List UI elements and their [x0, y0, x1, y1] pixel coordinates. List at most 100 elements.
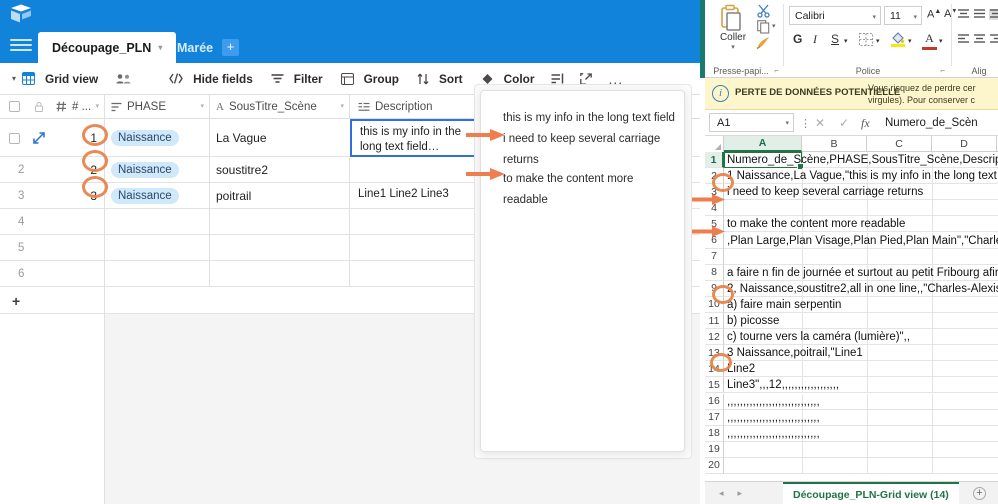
font-name-combobox[interactable]: Calibri ▾: [789, 6, 881, 25]
sheet-tab-active[interactable]: Découpage_PLN-Grid view (14): [783, 482, 959, 504]
expand-record-icon[interactable]: [28, 119, 50, 157]
underline-button[interactable]: S: [831, 32, 839, 46]
chevron-down-icon[interactable]: ▾: [785, 119, 789, 127]
row-header-9[interactable]: 9: [705, 280, 724, 297]
sheet-row[interactable]: a) faire main serpentin: [724, 296, 998, 313]
cell-text[interactable]: c) tourne vers la caméra (lumière)",,: [727, 329, 910, 345]
formula-input[interactable]: Numero_de_Scèn: [885, 114, 998, 132]
add-table-button[interactable]: +: [222, 39, 239, 56]
cell-text[interactable]: Line3",,,12,,,,,,,,,,,,,,,,,,: [727, 377, 839, 393]
more-dots-icon[interactable]: ⋮: [800, 117, 811, 130]
column-header-c[interactable]: C: [867, 136, 932, 152]
cell-text[interactable]: ,,,,,,,,,,,,,,,,,,,,,,,,,,,,,: [727, 426, 820, 442]
select-all-corner[interactable]: [705, 136, 724, 152]
name-box[interactable]: A1 ▾: [709, 113, 794, 132]
sheet-row[interactable]: [724, 441, 998, 458]
column-header-a[interactable]: A: [724, 136, 802, 152]
row-header-13[interactable]: 13: [705, 345, 724, 362]
row-header-10[interactable]: 10: [705, 296, 724, 313]
scissors-cut-icon[interactable]: [757, 4, 771, 18]
filter-button[interactable]: Filter: [262, 63, 332, 95]
align-left-icon[interactable]: [957, 34, 970, 45]
row-header-8[interactable]: 8: [705, 264, 724, 281]
borders-caret-icon[interactable]: ▾: [876, 37, 880, 45]
cell-text[interactable]: ,,,,,,,,,,,,,,,,,,,,,,,,,,,,,: [727, 394, 820, 410]
chevron-down-icon[interactable]: ▾: [340, 102, 344, 110]
cell-description[interactable]: this is my info in the long text field…: [350, 119, 490, 157]
row-header-6[interactable]: 6: [705, 232, 724, 249]
row-header-11[interactable]: 11: [705, 313, 724, 329]
align-top-icon[interactable]: [957, 9, 970, 20]
row-header-20[interactable]: 20: [705, 457, 724, 474]
new-sheet-icon[interactable]: +: [973, 487, 986, 500]
underline-caret-icon[interactable]: ▾: [844, 37, 848, 45]
view-selector-grid-view[interactable]: Grid view: [20, 63, 107, 95]
paste-caret-icon[interactable]: ▾: [709, 43, 757, 51]
row-header-17[interactable]: 17: [705, 409, 724, 426]
cell-text[interactable]: ,,,,,,,,,,,,,,,,,,,,,,,,,,,,,: [727, 410, 820, 426]
bold-button[interactable]: G: [793, 32, 802, 46]
column-header-b[interactable]: B: [802, 136, 867, 152]
align-bottom-icon[interactable]: [989, 9, 998, 20]
next-sheet-icon[interactable]: ▸: [738, 488, 743, 498]
fill-caret-icon[interactable]: ▾: [908, 37, 912, 45]
copy-caret-icon[interactable]: ▾: [772, 22, 776, 30]
sheet-row[interactable]: Line2: [724, 361, 998, 378]
row-header-12[interactable]: 12: [705, 329, 724, 346]
tab-decoupage-pln[interactable]: Découpage_PLN ▾: [38, 32, 177, 63]
sheet-nav-buttons[interactable]: ◂ ▸: [719, 488, 756, 499]
font-size-combobox[interactable]: 11 ▾: [884, 6, 922, 25]
cell-phase[interactable]: Naissance: [105, 157, 210, 182]
sheet-row[interactable]: ,,,,,,,,,,,,,,,,,,,,,,,,,,,,,: [724, 425, 998, 442]
airtable-cube-icon[interactable]: [8, 3, 34, 25]
column-header-num[interactable]: # ... ▾: [50, 95, 105, 118]
cell-description[interactable]: [350, 157, 490, 182]
cell-text[interactable]: 2, Naissance,soustitre2,all in one line,…: [727, 281, 998, 297]
copy-icon[interactable]: [757, 20, 770, 34]
chevron-down-icon[interactable]: ▾: [872, 13, 876, 21]
format-painter-icon[interactable]: [756, 36, 771, 50]
insert-function-icon[interactable]: fx: [861, 116, 870, 131]
sheet-row[interactable]: 3 Naissance,poitrail,"Line1: [724, 345, 998, 362]
cell-text[interactable]: to make the content more readable: [727, 216, 905, 232]
prev-sheet-icon[interactable]: ◂: [719, 488, 724, 498]
cell-text[interactable]: a) faire main serpentin: [727, 297, 841, 313]
hide-fields-button[interactable]: Hide fields: [160, 63, 262, 95]
row-header-16[interactable]: 16: [705, 393, 724, 410]
collaborators-icon[interactable]: [107, 63, 140, 95]
long-text-expanded-popup[interactable]: this is my info in the long text field i…: [480, 90, 685, 452]
cell-text[interactable]: Line2: [727, 361, 755, 377]
cell-text[interactable]: 3 Naissance,poitrail,"Line1: [727, 345, 863, 361]
cell-text[interactable]: ,Plan Large,Plan Visage,Plan Pied,Plan M…: [727, 233, 998, 249]
row-header-19[interactable]: 19: [705, 441, 724, 458]
align-center-icon[interactable]: [973, 34, 986, 45]
cell-soustitre[interactable]: La Vague: [210, 119, 350, 157]
cell-description[interactable]: Line1 Line2 Line3: [350, 183, 490, 208]
chevron-down-icon[interactable]: ▾: [913, 13, 917, 21]
cell-text[interactable]: b) picosse: [727, 313, 779, 329]
sheet-row[interactable]: a faire n fin de journée et surtout au p…: [724, 264, 998, 281]
sheet-row[interactable]: i need to keep several carriage returns: [724, 184, 998, 201]
cell-phase[interactable]: Naissance: [105, 119, 210, 157]
sheet-row[interactable]: c) tourne vers la caméra (lumière)",,: [724, 329, 998, 346]
column-header-description[interactable]: Description: [350, 95, 490, 118]
row-header-5[interactable]: 5: [705, 216, 724, 233]
dialog-launcher-icon[interactable]: ⌐: [940, 66, 945, 75]
sheet-row[interactable]: to make the content more readable: [724, 216, 998, 233]
row-header-7[interactable]: 7: [705, 248, 724, 265]
paste-label[interactable]: Coller: [709, 32, 757, 43]
fill-color-icon[interactable]: [891, 31, 906, 47]
column-header-soustitre-scene[interactable]: A SousTitre_Scène ▾: [210, 95, 350, 118]
select-all-checkbox[interactable]: [0, 95, 28, 118]
sheet-row[interactable]: ,Plan Large,Plan Visage,Plan Pied,Plan M…: [724, 232, 998, 249]
row-header-14[interactable]: 14: [705, 361, 724, 378]
row-header-1[interactable]: 1: [705, 152, 724, 168]
chevron-down-icon[interactable]: ▾: [158, 43, 162, 52]
tab-maree[interactable]: Marée: [163, 32, 227, 63]
cell-text[interactable]: a faire n fin de journée et surtout au p…: [727, 265, 998, 281]
grow-font-icon[interactable]: A▲: [927, 8, 941, 21]
cell-text[interactable]: i need to keep several carriage returns: [727, 184, 923, 200]
chevron-down-icon[interactable]: ▾: [200, 102, 204, 110]
sheet-row[interactable]: b) picosse: [724, 313, 998, 329]
cell-soustitre[interactable]: soustitre2: [210, 157, 350, 182]
